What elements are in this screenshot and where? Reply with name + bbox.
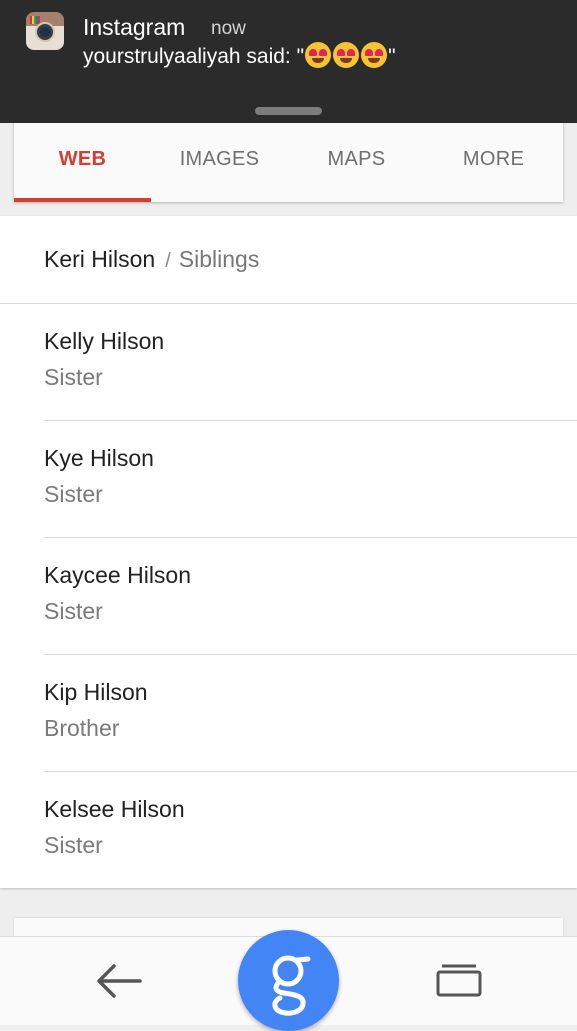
sibling-name: Kelsee Hilson — [44, 796, 185, 822]
notification-time: now — [211, 18, 246, 39]
siblings-card: Keri Hilson / Siblings Kelly Hilson Sister… — [0, 216, 577, 888]
sibling-name: Kaycee Hilson — [44, 562, 192, 588]
tab-more[interactable]: MORE — [425, 148, 562, 171]
active-tab-indicator — [14, 198, 151, 202]
notification-drag-handle[interactable] — [255, 107, 322, 115]
tab-maps[interactable]: MAPS — [288, 148, 425, 171]
tab-web[interactable]: WEB — [14, 148, 151, 171]
search-tabs: WEB IMAGES MAPS MORE — [14, 118, 563, 202]
sibling-relation: Sister — [44, 598, 103, 624]
notification-message-end: " — [388, 45, 396, 68]
breadcrumb: Keri Hilson / Siblings — [44, 246, 259, 273]
notification-message: yourstrulyaaliyah said: " " — [83, 42, 396, 69]
heart-eyes-emoji-icon — [361, 42, 388, 68]
notification-message-text: yourstrulyaaliyah said: " — [83, 45, 305, 68]
sibling-item-kye[interactable]: Kye Hilson Sister — [0, 421, 577, 538]
tab-images[interactable]: IMAGES — [151, 148, 288, 171]
notification-shade[interactable]: Instagram now yourstrulyaaliyah said: " " — [0, 0, 577, 123]
sibling-relation: Brother — [44, 715, 120, 741]
sibling-name: Kip Hilson — [44, 679, 148, 705]
sibling-relation: Sister — [44, 481, 103, 507]
breadcrumb-entity[interactable]: Keri Hilson — [44, 246, 155, 272]
sibling-item-kip[interactable]: Kip Hilson Brother — [0, 655, 577, 772]
back-arrow-icon — [97, 964, 142, 998]
breadcrumb-separator: / — [165, 250, 171, 272]
heart-eyes-emoji-icon — [333, 42, 360, 68]
notification-app-name: Instagram — [83, 14, 186, 40]
breadcrumb-category: Siblings — [178, 246, 260, 272]
sibling-item-kelly[interactable]: Kelly Hilson Sister — [0, 304, 577, 421]
google-search-button[interactable] — [238, 930, 339, 1031]
back-button[interactable] — [94, 961, 144, 1001]
google-g-icon — [272, 955, 311, 1016]
sibling-item-kaycee[interactable]: Kaycee Hilson Sister — [0, 538, 577, 655]
instagram-app-icon — [26, 12, 64, 50]
recents-button[interactable] — [434, 961, 484, 1001]
sibling-name: Kelly Hilson — [44, 328, 165, 354]
sibling-relation: Sister — [44, 364, 103, 390]
recents-icon — [436, 964, 482, 997]
sibling-relation: Sister — [44, 832, 103, 858]
heart-eyes-emoji-icon — [305, 42, 332, 68]
sibling-name: Kye Hilson — [44, 445, 154, 471]
sibling-item-kelsee[interactable]: Kelsee Hilson Sister — [0, 772, 577, 889]
